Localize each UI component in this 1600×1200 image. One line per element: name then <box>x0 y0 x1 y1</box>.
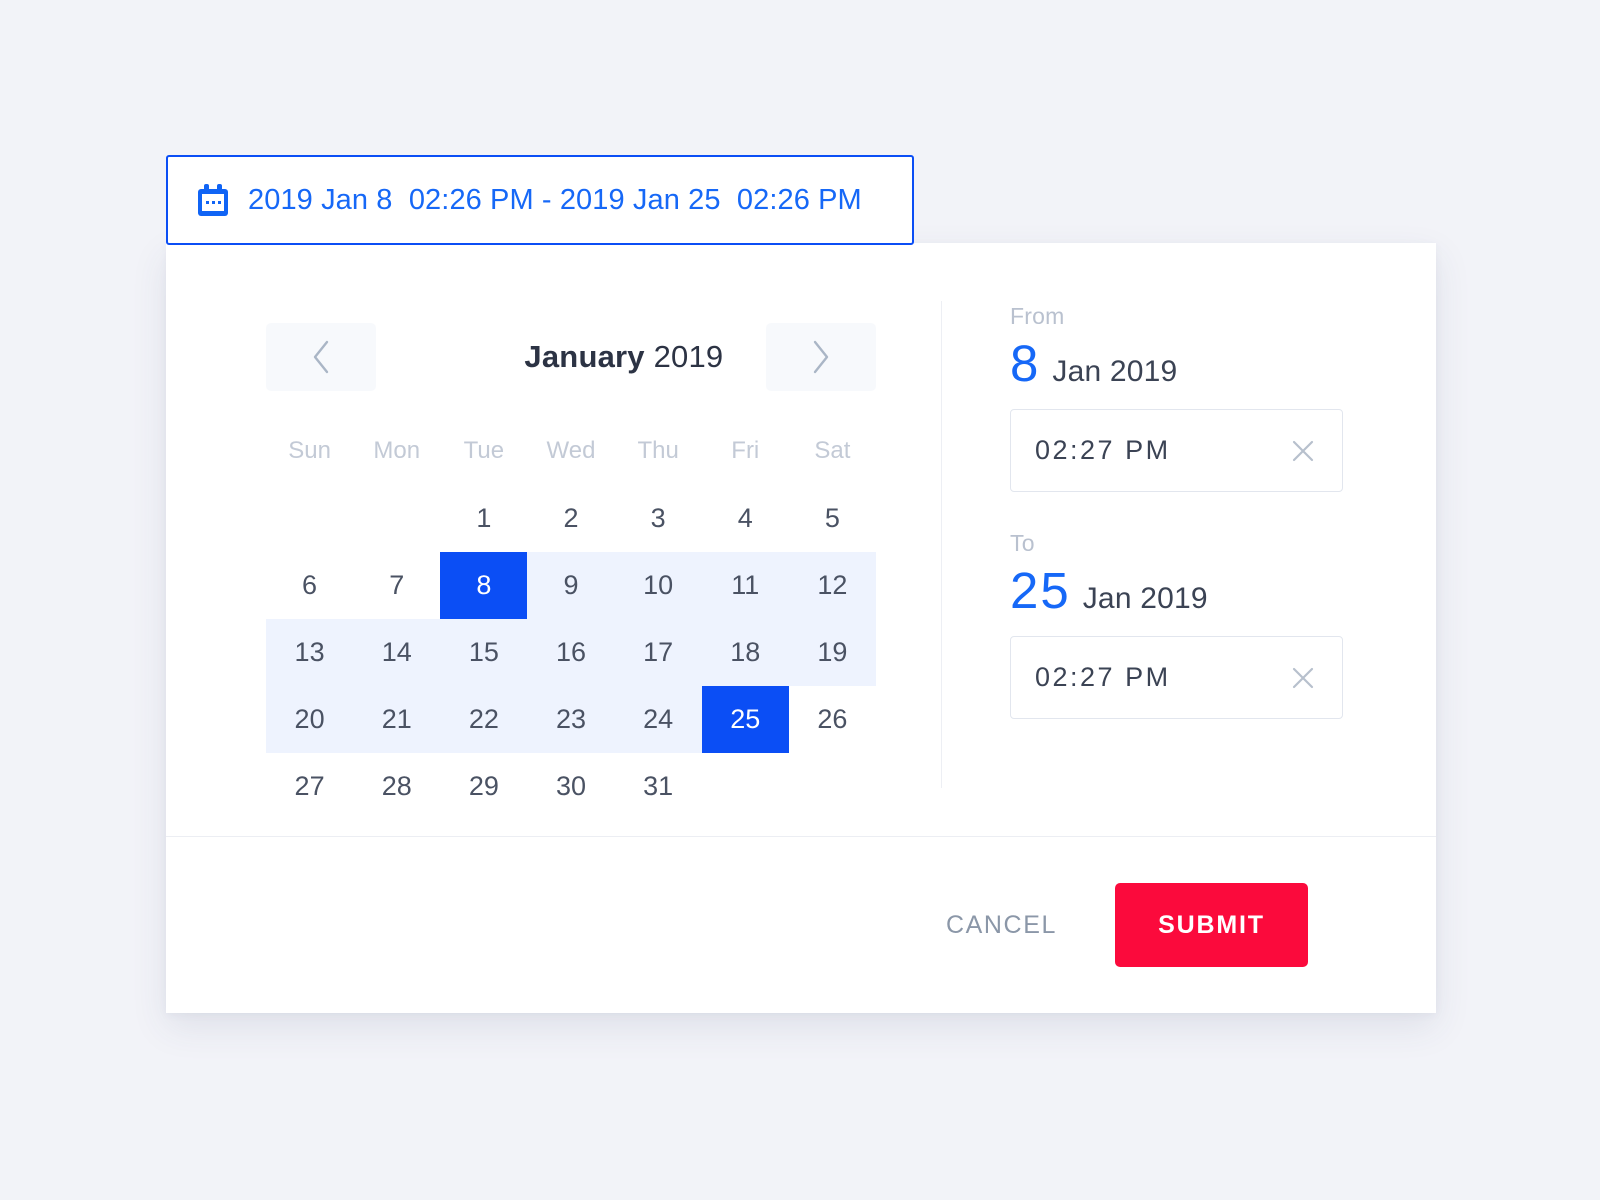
from-time-clear-button[interactable] <box>1290 438 1316 464</box>
day-cell[interactable]: 15 <box>440 619 528 686</box>
calendar: January 2019 Sun Mon Tue Wed Thu Fri Sat 12345… <box>166 303 941 836</box>
from-label: From <box>1010 303 1065 329</box>
chevron-left-icon <box>310 339 332 375</box>
close-icon <box>1290 440 1316 467</box>
day-cell[interactable]: 20 <box>266 686 354 753</box>
day-cell[interactable]: 25 <box>701 686 789 753</box>
day-cell[interactable]: 31 <box>615 753 702 820</box>
day-cell[interactable]: 5 <box>789 485 876 552</box>
from-day-number: 8 <box>1010 335 1041 392</box>
to-date-display: 25 Jan 2019 <box>1010 565 1436 616</box>
weekday-wed: Wed <box>546 437 596 464</box>
prev-month-button[interactable] <box>266 323 376 391</box>
day-cell[interactable]: 23 <box>527 686 615 753</box>
from-time-value: 02:27 PM <box>1035 435 1171 465</box>
day-cell[interactable]: 2 <box>527 485 614 552</box>
from-field-block: From 8 Jan 2019 02:27 PM <box>1010 303 1436 492</box>
from-month-year: Jan 2019 <box>1052 355 1178 388</box>
chevron-right-icon <box>810 339 832 375</box>
day-cell[interactable]: 18 <box>701 619 789 686</box>
panel-footer: CANCEL SUBMIT <box>166 836 1436 1013</box>
day-cell-empty <box>353 485 440 552</box>
to-time-value: 02:27 PM <box>1035 662 1171 692</box>
day-cell[interactable]: 3 <box>615 485 702 552</box>
from-time-input[interactable]: 02:27 PM <box>1010 409 1343 492</box>
weekday-header-row: Sun Mon Tue Wed Thu Fri Sat <box>266 423 876 479</box>
to-time-input[interactable]: 02:27 PM <box>1010 636 1343 719</box>
to-label: To <box>1010 530 1035 556</box>
day-cell[interactable]: 13 <box>266 619 354 686</box>
weekday-sun: Sun <box>288 437 331 464</box>
day-cell[interactable]: 6 <box>266 552 353 619</box>
day-cell[interactable]: 17 <box>614 619 702 686</box>
calendar-year-label: 2019 <box>653 339 724 374</box>
weekday-thu: Thu <box>637 437 679 464</box>
cancel-button[interactable]: CANCEL <box>940 897 1063 954</box>
day-cell[interactable]: 8 <box>440 552 528 619</box>
day-cell-empty <box>266 485 353 552</box>
day-cell[interactable]: 29 <box>440 753 527 820</box>
day-cell[interactable]: 10 <box>614 552 702 619</box>
picker-body: January 2019 Sun Mon Tue Wed Thu Fri Sat 12345… <box>166 243 1436 836</box>
day-cell[interactable]: 12 <box>788 552 876 619</box>
to-time-clear-button[interactable] <box>1290 665 1316 691</box>
next-month-button[interactable] <box>765 323 876 391</box>
weekday-tue: Tue <box>463 437 505 464</box>
calendar-month-label: January <box>524 339 645 374</box>
weekday-sat: Sat <box>814 437 851 464</box>
close-icon <box>1290 667 1316 694</box>
calendar-title[interactable]: January 2019 <box>419 303 724 411</box>
weekday-mon: Mon <box>373 437 421 464</box>
day-cell[interactable]: 26 <box>789 686 876 753</box>
day-cell[interactable]: 14 <box>353 619 441 686</box>
day-cell[interactable]: 21 <box>353 686 441 753</box>
date-range-picker: 2019 Jan 8 02:26 PM - 2019 Jan 25 02:26 … <box>166 155 1436 1013</box>
picker-panel: January 2019 Sun Mon Tue Wed Thu Fri Sat 12345… <box>166 243 1436 1013</box>
calendar-icon <box>198 184 228 216</box>
day-cell[interactable]: 7 <box>353 552 440 619</box>
to-day-number: 25 <box>1010 562 1071 619</box>
date-range-input[interactable]: 2019 Jan 8 02:26 PM - 2019 Jan 25 02:26 … <box>166 155 914 245</box>
weekday-fri: Fri <box>731 437 760 464</box>
to-field-block: To 25 Jan 2019 02:27 PM <box>1010 530 1436 719</box>
day-cell[interactable]: 24 <box>614 686 702 753</box>
day-cell[interactable]: 28 <box>353 753 440 820</box>
calendar-header: January 2019 <box>266 303 876 411</box>
day-cell[interactable]: 11 <box>701 552 789 619</box>
submit-button[interactable]: SUBMIT <box>1115 883 1308 967</box>
from-date-display: 8 Jan 2019 <box>1010 338 1436 389</box>
day-cell[interactable]: 27 <box>266 753 353 820</box>
range-fields: From 8 Jan 2019 02:27 PM To 25 Jan 2019 … <box>942 303 1436 836</box>
to-month-year: Jan 2019 <box>1082 582 1208 615</box>
day-grid: 1 2 3 4 5 6 7 8 9 10 11 12 13 14 15 16 17 18 19 20 21 22 23 24 2… <box>266 485 876 820</box>
date-range-input-value: 2019 Jan 8 02:26 PM - 2019 Jan 25 02:26 … <box>248 183 862 216</box>
day-cell[interactable]: 9 <box>527 552 615 619</box>
day-cell[interactable]: 19 <box>788 619 876 686</box>
day-cell[interactable]: 16 <box>527 619 615 686</box>
day-cell[interactable]: 22 <box>440 686 528 753</box>
day-cell[interactable]: 30 <box>527 753 614 820</box>
day-cell[interactable]: 1 <box>440 485 527 552</box>
day-cell[interactable]: 4 <box>702 485 789 552</box>
